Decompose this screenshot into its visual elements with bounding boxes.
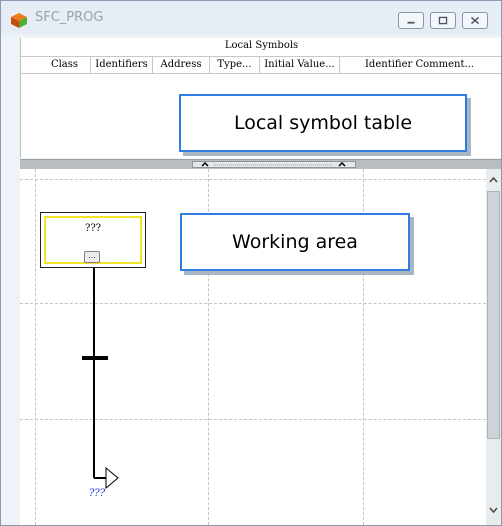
maximize-button[interactable] bbox=[430, 12, 456, 29]
scrollbar-thumb[interactable] bbox=[487, 191, 500, 439]
sfc-prog-window: SFC_PROG Local Symbols Class Identifiers… bbox=[0, 0, 502, 526]
window-title: SFC_PROG bbox=[35, 10, 104, 25]
minimize-icon bbox=[407, 21, 415, 24]
grid-line bbox=[20, 419, 486, 420]
sfc-initial-step[interactable]: ??? ... bbox=[40, 212, 146, 268]
minimize-button[interactable] bbox=[398, 12, 424, 29]
scroll-down-arrow-icon[interactable] bbox=[486, 499, 501, 521]
column-header-class[interactable]: Class bbox=[39, 57, 91, 73]
column-header-type[interactable]: Type... bbox=[210, 57, 260, 73]
grid-line bbox=[20, 303, 486, 304]
row-header-corner bbox=[21, 57, 39, 73]
column-header-identifiers[interactable]: Identifiers bbox=[91, 57, 153, 73]
close-icon bbox=[471, 16, 479, 25]
column-header-address[interactable]: Address bbox=[153, 57, 210, 73]
local-symbol-table-callout: Local symbol table bbox=[179, 94, 467, 152]
grid-line bbox=[35, 169, 36, 525]
step-action-button[interactable]: ... bbox=[84, 251, 100, 263]
vertical-scrollbar[interactable] bbox=[486, 169, 501, 525]
splitter-arrows-icon bbox=[201, 162, 346, 167]
grid-line bbox=[20, 179, 486, 180]
title-bar: SFC_PROG bbox=[1, 1, 501, 35]
column-header-initial-value[interactable]: Initial Value... bbox=[260, 57, 340, 73]
symbol-table-header: Class Identifiers Address Type... Initia… bbox=[21, 56, 501, 74]
close-button[interactable] bbox=[462, 12, 488, 29]
maximize-icon bbox=[438, 16, 448, 25]
splitter-handle[interactable] bbox=[192, 161, 356, 168]
working-area-callout: Working area bbox=[180, 213, 410, 271]
local-symbols-title: Local Symbols bbox=[224, 40, 299, 51]
scroll-up-arrow-icon[interactable] bbox=[486, 169, 501, 191]
jump-target-label[interactable]: ??? bbox=[89, 488, 105, 499]
column-header-identifier-comment[interactable]: Identifier Comment... bbox=[340, 57, 499, 73]
program-cube-icon bbox=[11, 13, 27, 28]
step-label: ??? bbox=[84, 223, 102, 234]
